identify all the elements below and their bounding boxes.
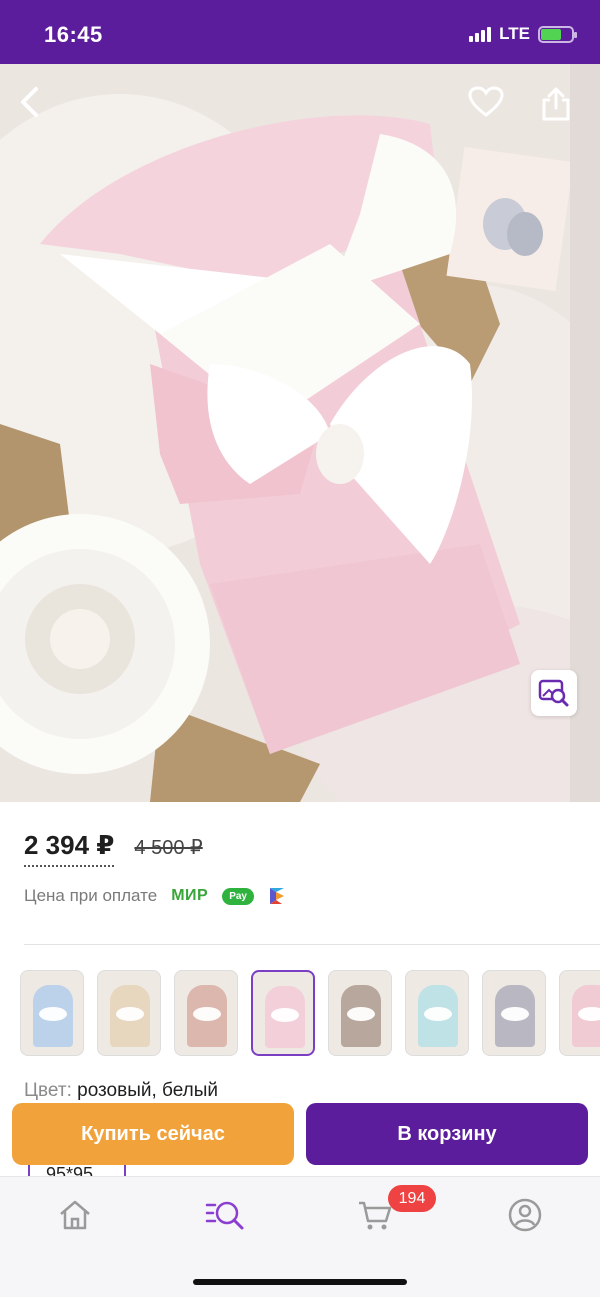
- divider: [24, 944, 600, 945]
- old-price: 4 500 ₽: [134, 837, 203, 859]
- favorite-button[interactable]: [468, 86, 512, 130]
- color-label: Цвет:: [24, 1080, 72, 1101]
- image-search-icon: [538, 679, 569, 707]
- battery-level: [541, 28, 561, 40]
- color-value: розовый, белый: [77, 1080, 219, 1101]
- product-image: [0, 64, 570, 802]
- status-bar: 16:45 LTE: [0, 0, 600, 64]
- chevron-left-icon: [21, 87, 38, 117]
- color-swatch[interactable]: [97, 970, 161, 1056]
- color-swatch[interactable]: [405, 970, 469, 1056]
- price-row: 2 394 ₽ 4 500 ₽: [24, 830, 203, 867]
- payment-row: Цена при оплате МИР Pay: [24, 886, 286, 906]
- color-swatch[interactable]: [482, 970, 546, 1056]
- battery-icon: [538, 25, 577, 43]
- color-swatch[interactable]: [20, 970, 84, 1056]
- color-swatch[interactable]: [559, 970, 600, 1056]
- swatch-bow: [271, 1008, 299, 1022]
- sbp-icon: [269, 888, 284, 904]
- back-button[interactable]: [16, 86, 60, 130]
- swatch-bow: [116, 1007, 144, 1021]
- swatch-bow: [193, 1007, 221, 1021]
- visual-search-button[interactable]: [531, 670, 577, 716]
- nav-profile[interactable]: [503, 1193, 547, 1237]
- home-icon: [60, 1200, 90, 1230]
- status-time: 16:45: [44, 22, 103, 47]
- swatch-bow: [578, 1007, 600, 1021]
- buy-now-button[interactable]: Купить сейчас: [12, 1103, 294, 1165]
- nav-home[interactable]: [53, 1193, 97, 1237]
- swatch-bow: [501, 1007, 529, 1021]
- cart-count-badge: 194: [388, 1185, 436, 1212]
- sberpay-logo: Pay: [222, 887, 254, 905]
- payment-note: Цена при оплате: [24, 886, 158, 905]
- swatch-bow: [424, 1007, 452, 1021]
- status-indicators: LTE: [469, 24, 577, 44]
- share-button[interactable]: [540, 86, 570, 130]
- color-swatch[interactable]: [174, 970, 238, 1056]
- mir-logo: МИР: [171, 887, 209, 904]
- nav-catalog[interactable]: [203, 1193, 247, 1237]
- share-icon: [542, 87, 570, 121]
- catalog-search-icon: [205, 1201, 244, 1230]
- color-row: Цвет: розовый, белый: [24, 1080, 218, 1102]
- add-to-cart-button[interactable]: В корзину: [306, 1103, 588, 1165]
- current-price[interactable]: 2 394 ₽: [24, 830, 115, 867]
- color-swatch[interactable]: [328, 970, 392, 1056]
- cart-icon: [359, 1201, 392, 1230]
- network-label: LTE: [499, 24, 530, 43]
- heart-icon: [468, 86, 504, 117]
- swatch-bow: [347, 1007, 375, 1021]
- signal-icon: [469, 26, 492, 42]
- swatch-bow: [39, 1007, 67, 1021]
- profile-icon: [508, 1198, 542, 1232]
- product-photo[interactable]: [0, 64, 570, 802]
- sberpay-label: Pay: [229, 890, 247, 902]
- color-swatch[interactable]: [251, 970, 315, 1056]
- home-indicator: [193, 1279, 407, 1285]
- color-swatches: [20, 970, 600, 1056]
